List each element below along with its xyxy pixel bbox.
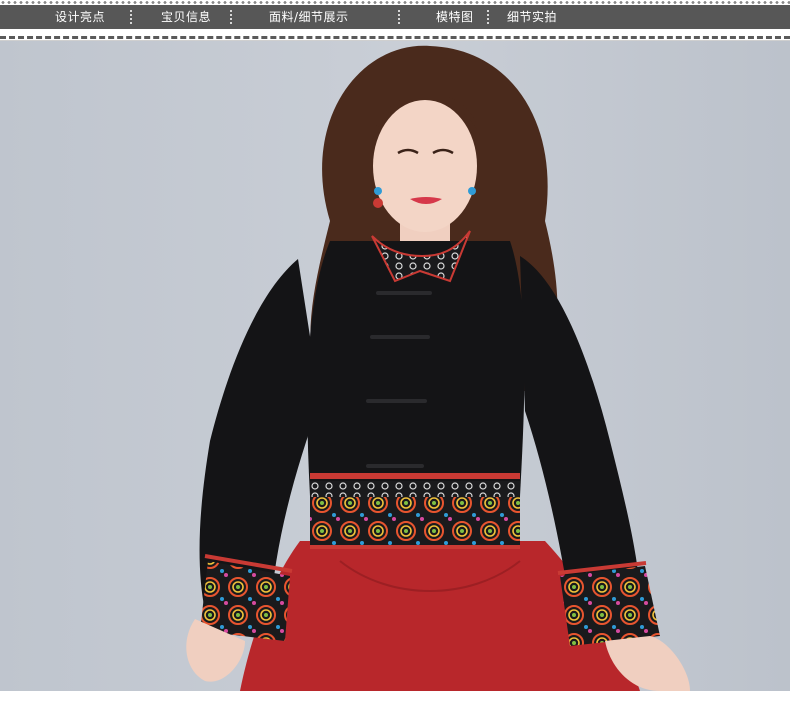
- face: [373, 100, 477, 232]
- nav-separator: [487, 10, 489, 24]
- right-cuff-embroidery: [560, 566, 660, 646]
- nav-item-model-photos[interactable]: 模特图: [436, 5, 474, 29]
- nav-item-fabric-details[interactable]: 面料/细节展示: [269, 5, 349, 29]
- nav-item-product-info[interactable]: 宝贝信息: [161, 5, 211, 29]
- model-illustration: [0, 41, 790, 691]
- nav-separator: [230, 10, 232, 24]
- nav-separator: [398, 10, 400, 24]
- model-photo: [0, 41, 790, 691]
- black-jacket: [307, 241, 525, 496]
- nav-item-detail-shots[interactable]: 细节实拍: [507, 5, 557, 29]
- section-nav-bar: 设计亮点 宝贝信息 面料/细节展示 模特图 细节实拍: [0, 5, 790, 29]
- embroidered-hem: [310, 497, 520, 545]
- nav-separator: [130, 10, 132, 24]
- nav-item-design-highlights[interactable]: 设计亮点: [55, 5, 105, 29]
- bottom-margin: [0, 691, 790, 711]
- nav-underline: [0, 36, 790, 39]
